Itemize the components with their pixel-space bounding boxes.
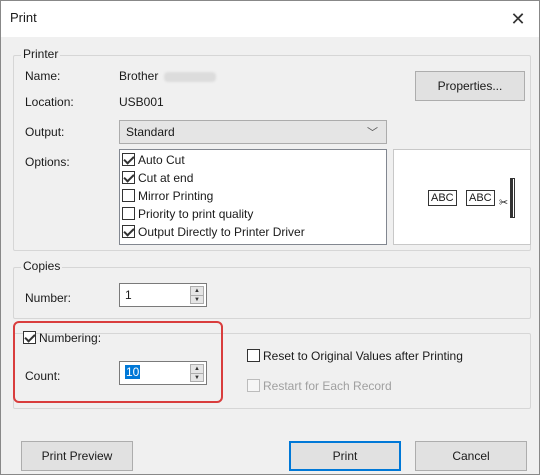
print-button-label: Print [332, 449, 358, 463]
number-label: Number: [25, 291, 72, 305]
option-output-directly[interactable]: Output Directly to Printer Driver [122, 225, 305, 243]
checkbox-priority-quality[interactable] [122, 207, 135, 220]
output-label: Output: [25, 125, 65, 139]
options-label: Options: [25, 155, 70, 169]
cancel-button-label: Cancel [452, 449, 490, 463]
title-bar: Print ✕ [1, 1, 539, 37]
print-preview-button-label: Print Preview [41, 449, 113, 463]
spin-down-icon[interactable]: ▼ [191, 295, 203, 303]
name-label: Name: [25, 69, 61, 83]
restart-checkbox-row: Restart for Each Record [247, 379, 392, 397]
scissors-icon: ✂ [499, 197, 509, 209]
copies-group-title: Copies [21, 259, 63, 273]
reset-label: Reset to Original Values after Printing [263, 349, 463, 363]
preview-label-1: ABC [428, 190, 457, 206]
print-button[interactable]: Print [289, 441, 401, 471]
close-icon[interactable]: ✕ [505, 7, 531, 31]
numbering-highlight-box [13, 321, 223, 403]
checkbox-auto-cut[interactable] [122, 153, 135, 166]
redacted-printer-model [164, 71, 217, 82]
option-auto-cut-label: Auto Cut [138, 153, 185, 167]
checkbox-mirror-printing[interactable] [122, 189, 135, 202]
option-priority-quality[interactable]: Priority to print quality [122, 207, 253, 225]
cancel-button[interactable]: Cancel [415, 441, 527, 471]
options-list: Auto Cut Cut at end Mirror Printing Prio… [119, 149, 387, 245]
properties-button[interactable]: Properties... [415, 71, 525, 101]
copies-number-stepper[interactable]: 1 ▲ ▼ [119, 283, 207, 307]
checkbox-cut-at-end[interactable] [122, 171, 135, 184]
checkbox-output-directly[interactable] [122, 225, 135, 238]
label-preview: ABC ABC ✂ [393, 149, 531, 245]
printer-group-title: Printer [21, 47, 61, 61]
output-select-value: Standard [126, 125, 175, 139]
option-output-directly-label: Output Directly to Printer Driver [138, 225, 305, 239]
chevron-down-icon: ﹀ [367, 127, 378, 139]
printer-name-value: Brother [119, 69, 217, 83]
location-label: Location: [25, 95, 74, 109]
copies-number-value: 1 [125, 288, 132, 302]
properties-button-label: Properties... [437, 79, 503, 93]
location-value: USB001 [119, 95, 164, 109]
preview-label-2: ABC [466, 190, 495, 206]
option-priority-quality-label: Priority to print quality [138, 207, 254, 221]
restart-checkbox [247, 379, 260, 392]
option-cut-at-end-label: Cut at end [138, 171, 194, 185]
option-auto-cut[interactable]: Auto Cut [122, 153, 185, 171]
option-cut-at-end[interactable]: Cut at end [122, 171, 193, 189]
spin-up-icon[interactable]: ▲ [191, 287, 203, 295]
reset-checkbox-row[interactable]: Reset to Original Values after Printing [247, 349, 463, 367]
print-dialog: Print ✕ Printer Name: Brother Location: … [0, 0, 540, 475]
option-mirror-printing-label: Mirror Printing [138, 189, 214, 203]
window-title: Print [10, 10, 37, 25]
restart-label: Restart for Each Record [263, 379, 392, 393]
print-preview-button[interactable]: Print Preview [21, 441, 133, 471]
copies-spin-buttons[interactable]: ▲ ▼ [190, 286, 204, 304]
copies-group [13, 267, 531, 319]
cut-mark-icon [510, 178, 515, 218]
option-mirror-printing[interactable]: Mirror Printing [122, 189, 213, 207]
output-select[interactable]: Standard ﹀ [119, 120, 387, 144]
reset-checkbox[interactable] [247, 349, 260, 362]
